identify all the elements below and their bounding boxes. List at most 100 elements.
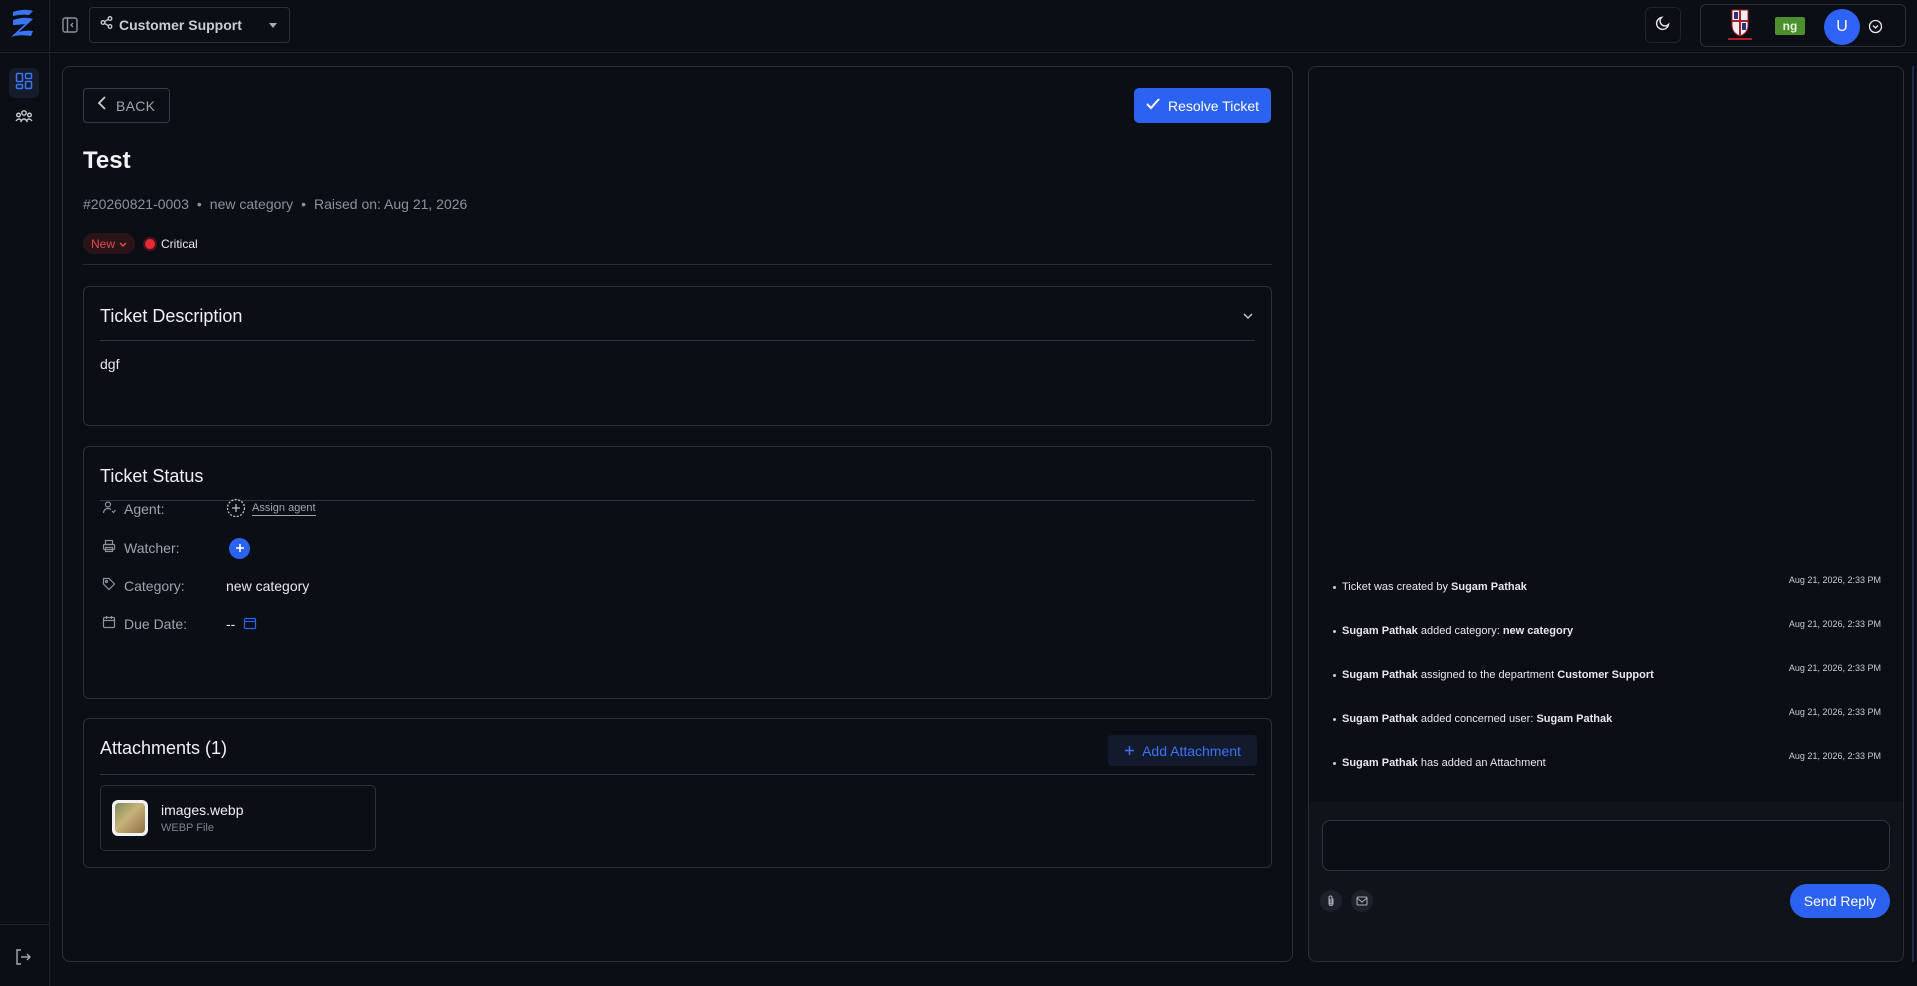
ticket-detail-panel: BACK Resolve Ticket Test #20260821-0003 … bbox=[62, 66, 1293, 962]
left-nav-rail bbox=[0, 53, 50, 986]
activity-time: Aug 21, 2026, 2:33 PM bbox=[1788, 619, 1881, 629]
ticket-category: new category bbox=[209, 196, 294, 212]
file-thumbnail bbox=[112, 800, 148, 836]
reply-composer: Send Reply bbox=[1309, 802, 1903, 961]
activity-text: Sugam Pathak added category: new categor… bbox=[1333, 625, 1573, 637]
priority-label: Critical bbox=[161, 236, 198, 251]
card-divider bbox=[100, 774, 1255, 775]
rail-divider bbox=[0, 924, 49, 925]
status-badge-label: New bbox=[91, 236, 116, 251]
paperclip-icon[interactable] bbox=[1320, 890, 1342, 912]
back-button-label: BACK bbox=[116, 97, 156, 114]
ticket-raised-on: Raised on: Aug 21, 2026 bbox=[313, 196, 468, 212]
section-divider bbox=[83, 264, 1272, 265]
meta-separator: • bbox=[196, 196, 202, 212]
attachment-file[interactable]: images.webp WEBP File bbox=[100, 785, 376, 851]
category-row-label: Category: bbox=[102, 575, 185, 597]
activity-text: Sugam Pathak has added an Attachment bbox=[1333, 757, 1546, 769]
workflow-icon bbox=[100, 16, 113, 34]
printer-icon bbox=[102, 539, 116, 558]
user-icon bbox=[102, 500, 116, 519]
logout-icon[interactable] bbox=[13, 947, 33, 967]
card-divider bbox=[100, 340, 1255, 341]
watcher-row-label: Watcher: bbox=[102, 537, 180, 559]
add-attachment-label: Add Attachment bbox=[1142, 742, 1241, 759]
plus-icon bbox=[1124, 743, 1135, 759]
attachments-heading: Attachments (1) bbox=[100, 738, 228, 758]
agent-row-label: Agent: bbox=[102, 498, 164, 520]
organization-crest-logo bbox=[1724, 7, 1756, 43]
watcher-label: Watcher: bbox=[124, 540, 180, 556]
ticket-description-text: dgf bbox=[100, 356, 120, 372]
org-badge: ng bbox=[1775, 17, 1805, 35]
add-agent-icon[interactable] bbox=[226, 498, 246, 521]
agent-label: Agent: bbox=[124, 501, 165, 517]
priority-indicator: Critical bbox=[145, 237, 198, 251]
avatar[interactable]: U bbox=[1824, 9, 1860, 45]
activity-text: Ticket was created by Sugam Pathak bbox=[1333, 581, 1527, 593]
ticket-meta: #20260821-0003 • new category • Raised o… bbox=[83, 196, 467, 212]
page-title: Test bbox=[83, 147, 131, 174]
check-icon bbox=[1146, 97, 1160, 115]
agent-value: Assign agent bbox=[226, 498, 316, 520]
activity-time: Aug 21, 2026, 2:33 PM bbox=[1788, 707, 1881, 717]
watcher-value bbox=[229, 537, 250, 559]
activity-item: Sugam Pathak assigned to the department … bbox=[1333, 663, 1881, 683]
sidebar-collapse-icon[interactable] bbox=[61, 16, 79, 34]
tag-icon bbox=[102, 577, 116, 596]
meta-separator: • bbox=[301, 196, 306, 212]
activity-panel: Ticket was created by Sugam Pathak Aug 2… bbox=[1308, 66, 1904, 962]
scrollbar-edge bbox=[1912, 66, 1914, 962]
app-logo-icon[interactable] bbox=[7, 6, 37, 44]
user-menu[interactable]: ng U bbox=[1700, 4, 1906, 47]
plus-icon bbox=[235, 540, 245, 556]
activity-item: Sugam Pathak added category: new categor… bbox=[1333, 619, 1881, 639]
calendar-icon bbox=[102, 615, 116, 634]
chevron-left-icon bbox=[97, 96, 107, 115]
activity-item: Sugam Pathak has added an Attachment Aug… bbox=[1333, 751, 1881, 771]
priority-dot-icon bbox=[145, 238, 156, 249]
chevron-down-circle-icon[interactable] bbox=[1868, 19, 1883, 34]
due-date-text: -- bbox=[226, 616, 236, 632]
chevron-down-icon bbox=[269, 23, 277, 28]
activity-time: Aug 21, 2026, 2:33 PM bbox=[1788, 751, 1881, 761]
send-reply-button[interactable]: Send Reply bbox=[1790, 884, 1890, 918]
due-date-row-label: Due Date: bbox=[102, 613, 187, 635]
add-attachment-button[interactable]: Add Attachment bbox=[1108, 735, 1257, 766]
email-icon[interactable] bbox=[1351, 890, 1373, 912]
activity-text: Sugam Pathak added concerned user: Sugam… bbox=[1333, 713, 1612, 725]
file-type: WEBP File bbox=[161, 822, 214, 834]
activity-text: Sugam Pathak assigned to the department … bbox=[1333, 669, 1654, 681]
users-group-icon bbox=[15, 109, 33, 130]
due-date-value: -- bbox=[226, 613, 257, 635]
ticket-number: #20260821-0003 bbox=[83, 196, 189, 212]
resolve-ticket-label: Resolve Ticket bbox=[1167, 97, 1260, 114]
nav-teams[interactable] bbox=[9, 104, 39, 134]
top-bar: Customer Support ng U bbox=[0, 0, 1917, 53]
status-badge[interactable]: New bbox=[83, 233, 136, 254]
calendar-picker-icon[interactable] bbox=[243, 616, 257, 633]
activity-time: Aug 21, 2026, 2:33 PM bbox=[1788, 663, 1881, 673]
category-value: new category bbox=[226, 578, 310, 594]
department-select-label: Customer Support bbox=[119, 17, 242, 33]
theme-toggle-button[interactable] bbox=[1645, 7, 1681, 43]
ticket-description-card: Ticket Description dgf bbox=[83, 286, 1272, 426]
reply-input[interactable] bbox=[1322, 820, 1890, 871]
chevron-down-icon[interactable] bbox=[1241, 309, 1255, 323]
assign-agent-link[interactable]: Assign agent bbox=[252, 502, 316, 516]
attachments-card: Attachments (1) Add Attachment images.we… bbox=[83, 718, 1272, 868]
ticket-status-heading: Ticket Status bbox=[100, 466, 204, 486]
ticket-description-heading: Ticket Description bbox=[100, 306, 243, 326]
activity-item: Sugam Pathak added concerned user: Sugam… bbox=[1333, 707, 1881, 727]
activity-log: Ticket was created by Sugam Pathak Aug 2… bbox=[1309, 67, 1903, 802]
chevron-down-icon bbox=[119, 237, 127, 251]
ticket-status-card: Ticket Status Agent: Assign agent Watche… bbox=[83, 446, 1272, 699]
activity-time: Aug 21, 2026, 2:33 PM bbox=[1788, 575, 1881, 585]
back-button[interactable]: BACK bbox=[83, 88, 170, 123]
moon-icon bbox=[1655, 15, 1671, 36]
resolve-ticket-button[interactable]: Resolve Ticket bbox=[1134, 88, 1271, 123]
department-select[interactable]: Customer Support bbox=[89, 7, 290, 43]
ticket-badges: New Critical bbox=[83, 233, 198, 254]
file-name: images.webp bbox=[161, 802, 244, 818]
add-watcher-button[interactable] bbox=[229, 537, 250, 559]
